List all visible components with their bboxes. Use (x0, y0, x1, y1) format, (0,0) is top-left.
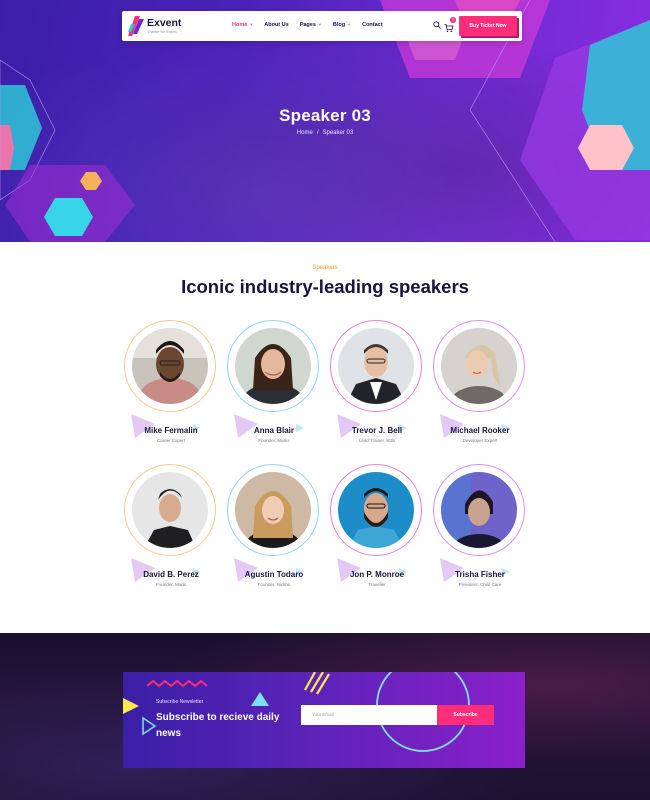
nav-item-pages[interactable]: Pages ▼ (300, 22, 322, 32)
speaker-card[interactable]: Trisha Fisher President, Child Care (430, 464, 530, 592)
speaker-name[interactable]: Trevor J. Bell (327, 426, 427, 435)
nav-item-blog[interactable]: Blog ▼ (333, 22, 351, 32)
nav-label: Contact (362, 22, 383, 28)
speaker-photo (338, 472, 414, 548)
cart-count-badge: 0 (450, 17, 456, 23)
chevron-down-icon: ▼ (317, 22, 322, 27)
speaker-photo (338, 328, 414, 404)
speaker-name[interactable]: Agustin Todaro (224, 570, 324, 579)
nav-label: About Us (264, 22, 289, 28)
speaker-card[interactable]: Michael Rooker Developer Expert (430, 320, 530, 448)
speaker-role: Founder, Nickho (257, 582, 291, 587)
speaker-card[interactable]: Mike Fermalin Career Expert (121, 320, 221, 448)
nav-label: Pages (299, 22, 316, 28)
speaker-photo (441, 328, 517, 404)
newsletter-title: Subscribe to recieve daily news (156, 712, 280, 739)
subscribe-button[interactable]: Subscribe (437, 705, 494, 725)
section-eyebrow: Speakers (312, 265, 338, 271)
brand-name: Exvent (147, 17, 182, 29)
nav-label: Blog (332, 22, 346, 28)
email-field[interactable]: Your Email (301, 705, 437, 725)
speaker-role: Career Expert (156, 438, 185, 443)
speaker-role: Developer Expert (462, 438, 498, 443)
speaker-name[interactable]: David B. Perez (121, 570, 221, 579)
speaker-photo (235, 472, 311, 548)
breadcrumb-separator: / (316, 130, 319, 136)
speaker-card[interactable]: Anna Blair Founder, Marks (224, 320, 324, 448)
site-header: Exvent Theme for Event Home ▼ About Us Pa… (122, 11, 522, 41)
speaker-photo (132, 472, 208, 548)
cart-icon (444, 24, 454, 33)
logo-mark-icon (128, 16, 144, 36)
speaker-name[interactable]: Trisha Fisher (430, 570, 530, 579)
breadcrumb-home-link[interactable]: Home (297, 130, 313, 136)
site-logo[interactable]: Exvent Theme for Event (128, 16, 218, 36)
speaker-role: Founder, Marks (258, 438, 290, 443)
nav-item-about[interactable]: About Us (264, 22, 288, 32)
speaker-photo (441, 472, 517, 548)
nav-label: Home (232, 22, 248, 28)
breadcrumb: Home / Speaker 03 (0, 130, 650, 136)
speaker-card[interactable]: Trevor J. Bell Lead Trainer, Bttls (327, 320, 427, 448)
breadcrumb-current: Speaker 03 (322, 130, 354, 136)
speaker-card[interactable]: Jon P. Monroe Traveller (327, 464, 427, 592)
main-nav: Home ▼ About Us Pages ▼ Blog ▼ Contact (232, 22, 394, 32)
search-icon[interactable] (433, 21, 441, 29)
newsletter-card: Subscribe Newsletter Subscribe to reciev… (123, 672, 525, 768)
chevron-down-icon: ▼ (249, 22, 254, 27)
speaker-card[interactable]: Agustin Todaro Founder, Nickho (224, 464, 324, 592)
speaker-name[interactable]: Anna Blair (224, 426, 324, 435)
page-title: Speaker 03 (279, 106, 371, 125)
speaker-role: Lead Trainer, Bttls (358, 438, 396, 443)
chevron-down-icon: ▼ (347, 22, 352, 27)
nav-item-home[interactable]: Home ▼ (232, 22, 253, 32)
speaker-card[interactable]: David B. Perez Founder, Mods (121, 464, 221, 592)
speaker-role: Founder, Mods (155, 582, 187, 587)
speaker-photo (235, 328, 311, 404)
speaker-name[interactable]: Jon P. Monroe (327, 570, 427, 579)
section-title: Iconic industry-leading speakers (181, 276, 469, 297)
newsletter-eyebrow: Subscribe Newsletter (156, 699, 204, 705)
speaker-photo (132, 328, 208, 404)
speaker-name[interactable]: Michael Rooker (430, 426, 530, 435)
cart-button[interactable]: 0 (444, 17, 456, 33)
nav-item-contact[interactable]: Contact (362, 22, 382, 32)
speaker-name[interactable]: Mike Fermalin (121, 426, 221, 435)
brand-tagline: Theme for Event (147, 29, 177, 34)
buy-ticket-button[interactable]: Buy Ticket Now (459, 16, 517, 36)
speaker-role: President, Child Care (458, 582, 502, 587)
speaker-role: Traveller (368, 582, 386, 587)
